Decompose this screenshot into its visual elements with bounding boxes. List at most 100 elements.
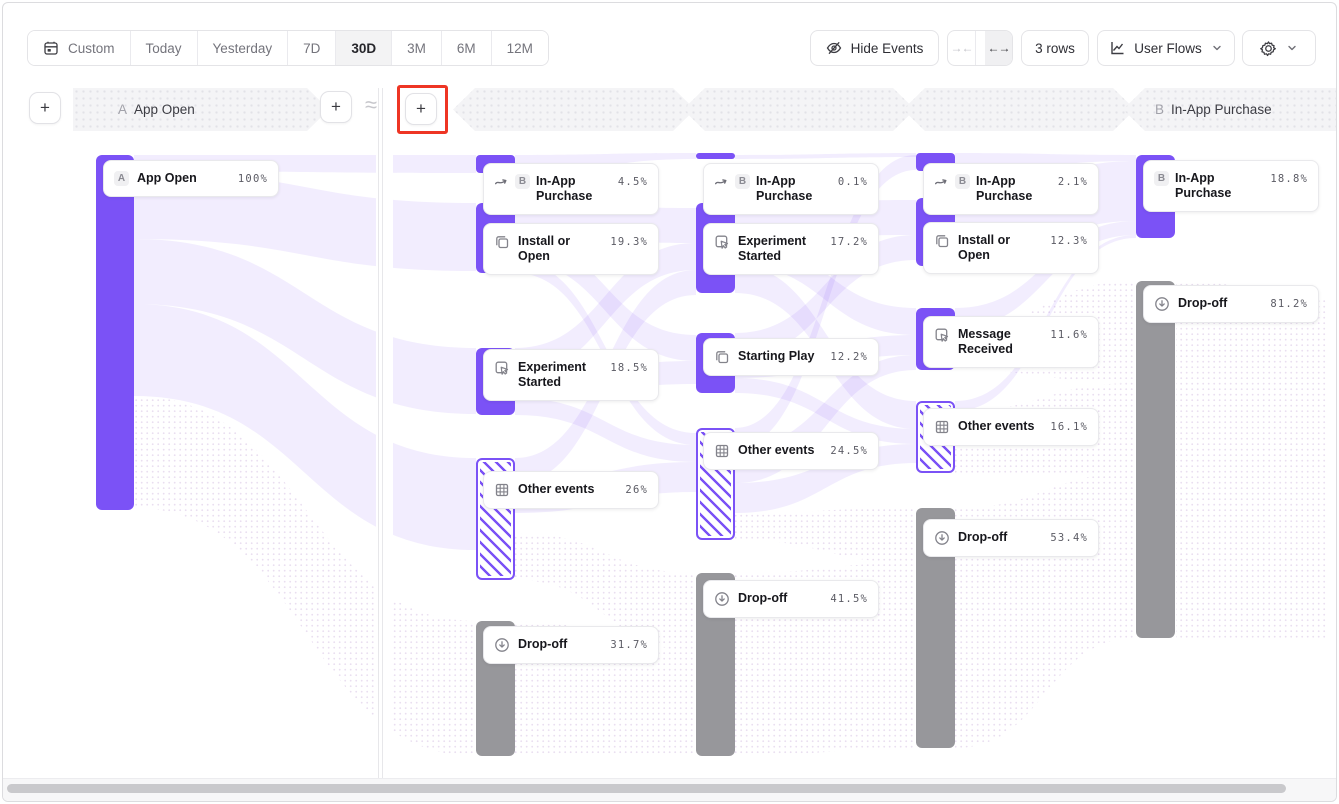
date-7d-button[interactable]: 7D [288, 31, 336, 65]
node-percent: 18.5% [610, 360, 648, 374]
flow-node-card[interactable]: Install or Open 12.3% [923, 222, 1099, 274]
flow-node-card[interactable]: Other events 16.1% [923, 408, 1099, 446]
flow-bar-drop-off[interactable] [1136, 281, 1175, 638]
flow-node-card[interactable]: A App Open 100% [103, 160, 279, 197]
other-events-grid-icon [714, 443, 730, 459]
scrollbar-thumb[interactable] [7, 784, 1286, 793]
flow-node-card[interactable]: Starting Play 12.2% [703, 338, 879, 376]
other-events-grid-icon [494, 482, 510, 498]
flow-node-card[interactable]: Experiment Started 17.2% [703, 223, 879, 275]
step-a-header-band[interactable]: A App Open [73, 88, 329, 131]
drop-off-flow-dotted [134, 396, 476, 756]
expand-columns-icon[interactable]: ←→ [985, 31, 1012, 65]
flow-node-card[interactable]: B In-App Purchase 0.1% [703, 163, 879, 215]
flow-node-card[interactable]: Drop-off 41.5% [703, 580, 879, 618]
node-percent: 31.7% [610, 637, 648, 651]
eye-off-icon [826, 40, 842, 56]
line-chart-icon [1109, 40, 1125, 56]
node-percent: 4.5% [618, 174, 648, 188]
node-percent: 16.1% [1050, 419, 1088, 433]
node-label: Install or Open [518, 234, 602, 264]
step-a-badge: A [114, 171, 129, 186]
flow-ribbon [134, 239, 476, 414]
flow-bar-app-open[interactable] [96, 155, 134, 510]
collapse-columns-icon[interactable]: →← [948, 31, 976, 65]
node-percent: 19.3% [610, 234, 648, 248]
flow-node-card[interactable]: Other events 26% [483, 471, 659, 509]
flow-arrow-icon [714, 175, 729, 190]
date-12m-button[interactable]: 12M [492, 31, 548, 65]
node-label: In-App Purchase [976, 174, 1052, 204]
flow-ribbon [134, 304, 476, 550]
step-b-badge: B [735, 174, 750, 189]
flow-node-card[interactable]: B In-App Purchase 2.1% [923, 163, 1099, 215]
drop-off-flow-dotted [955, 473, 1136, 748]
node-percent: 53.4% [1050, 530, 1088, 544]
flow-node-card[interactable]: B In-App Purchase 4.5% [483, 163, 659, 215]
flow-header-band [453, 88, 695, 131]
node-percent: 12.3% [1050, 233, 1088, 247]
flow-node-card[interactable]: Drop-off 31.7% [483, 626, 659, 664]
settings-dropdown[interactable] [1242, 30, 1316, 66]
flow-node-card[interactable]: Install or Open 19.3% [483, 223, 659, 275]
add-step-after-a-button[interactable]: + [320, 91, 352, 123]
drop-off-icon [1154, 296, 1170, 312]
view-selector-dropdown[interactable]: User Flows [1097, 30, 1235, 66]
step-b-label: In-App Purchase [1171, 102, 1272, 117]
node-label: App Open [137, 171, 230, 186]
node-label: Starting Play [738, 349, 822, 364]
calendar-icon [43, 40, 59, 56]
add-step-before-button[interactable]: + [29, 92, 61, 124]
date-3m-button[interactable]: 3M [392, 31, 442, 65]
node-label: Drop-off [738, 591, 822, 606]
node-percent: 41.5% [830, 591, 868, 605]
spacing-toggle: →← ←→ [947, 30, 1013, 66]
node-percent: 17.2% [830, 234, 868, 248]
date-30d-button[interactable]: 30D [336, 31, 392, 65]
flow-ribbon [515, 398, 696, 462]
step-b-badge: B [955, 174, 970, 189]
date-custom-button[interactable]: Custom [28, 31, 131, 65]
event-copy-icon [494, 234, 510, 250]
step-b-badge: B [515, 174, 530, 189]
flow-node-card[interactable]: Message Received 11.6% [923, 316, 1099, 368]
event-copy-icon [714, 349, 730, 365]
node-label: Message Received [958, 327, 1042, 357]
node-label: In-App Purchase [756, 174, 832, 204]
node-label: In-App Purchase [536, 174, 612, 204]
flow-arrow-icon [494, 175, 509, 190]
node-percent: 81.2% [1270, 296, 1308, 310]
step-b-header-band[interactable]: B In-App Purchase [1123, 88, 1337, 131]
flow-node-card[interactable]: Experiment Started 18.5% [483, 349, 659, 401]
flow-ribbon [735, 153, 916, 159]
flow-node-card[interactable]: Other events 24.5% [703, 432, 879, 470]
flow-node-card[interactable]: Drop-off 53.4% [923, 519, 1099, 557]
date-6m-button[interactable]: 6M [442, 31, 492, 65]
hide-events-button[interactable]: Hide Events [810, 30, 939, 66]
flow-node-card[interactable]: B In-App Purchase 18.8% [1143, 160, 1319, 212]
rows-button[interactable]: 3 rows [1021, 30, 1089, 66]
node-percent: 100% [238, 171, 268, 185]
chevron-down-icon [1286, 42, 1298, 54]
drop-off-flow-dotted [735, 508, 916, 563]
flow-bar-in-app-purchase[interactable] [696, 153, 735, 159]
drop-off-icon [934, 530, 950, 546]
horizontal-scrollbar[interactable] [3, 778, 1336, 801]
flow-header-band [903, 88, 1135, 131]
date-yesterday-button[interactable]: Yesterday [198, 31, 289, 65]
flow-node-card[interactable]: Drop-off 81.2% [1143, 285, 1319, 323]
chevron-down-icon [1211, 42, 1223, 54]
node-percent: 24.5% [830, 443, 868, 457]
node-percent: 2.1% [1058, 174, 1088, 188]
date-today-button[interactable]: Today [131, 31, 198, 65]
node-percent: 18.8% [1270, 171, 1308, 185]
event-click-icon [714, 234, 730, 250]
event-copy-icon [934, 233, 950, 249]
date-range-selector: Custom Today Yesterday 7D 30D 3M 6M 12M [27, 30, 549, 66]
flow-arrow-icon [934, 175, 949, 190]
step-b-letter: B [1155, 102, 1164, 117]
drop-off-flow-dotted [1176, 281, 1328, 638]
node-label: Drop-off [958, 530, 1042, 545]
node-label: Drop-off [518, 637, 602, 652]
add-expansion-step-button[interactable]: + [405, 93, 437, 125]
